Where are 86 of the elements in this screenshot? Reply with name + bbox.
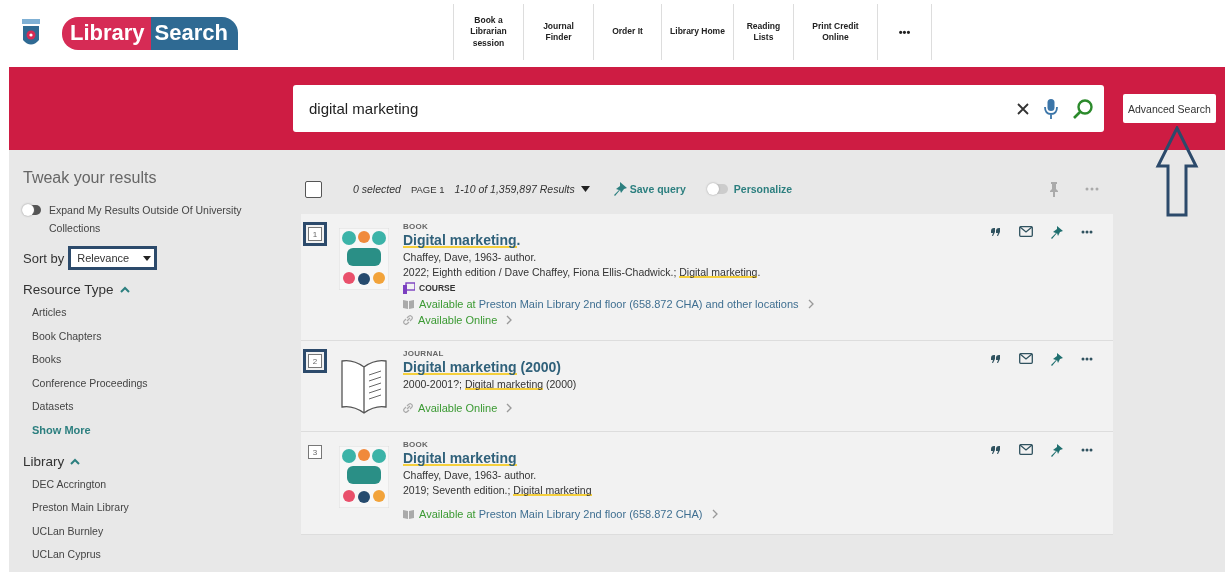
- sort-dropdown[interactable]: Relevance: [71, 249, 155, 267]
- facet-option[interactable]: UCLan Burnley: [32, 519, 290, 543]
- result-detail: 2019; Seventh edition.; Digital marketing: [403, 484, 593, 496]
- availability-link[interactable]: Available at Preston Main Library 2nd floor (658.872 CHA) and other locations: [419, 298, 799, 310]
- result-title[interactable]: Digital marketing: [403, 450, 991, 466]
- quote-icon[interactable]: [991, 355, 1001, 363]
- nav-link[interactable]: Book a Librarian session: [453, 4, 523, 60]
- toggle-switch[interactable]: [707, 184, 728, 194]
- nav-link[interactable]: Reading Lists: [733, 4, 793, 60]
- mail-icon[interactable]: [1019, 444, 1033, 455]
- save-query-button[interactable]: Save query: [613, 182, 686, 196]
- quote-icon[interactable]: [991, 228, 1001, 236]
- cover-placeholder: [339, 228, 389, 290]
- nav-link[interactable]: Print Credit Online: [793, 4, 877, 60]
- dropdown-caret-icon: [580, 186, 590, 192]
- mail-icon[interactable]: [1019, 226, 1033, 237]
- advanced-search-button[interactable]: Advanced Search: [1123, 94, 1216, 123]
- panel-title: Tweak your results: [23, 169, 158, 187]
- resource-type: BOOK: [403, 440, 430, 449]
- nav-link[interactable]: Order It: [593, 4, 661, 60]
- select-all-checkbox[interactable]: [305, 180, 322, 198]
- chevron-icon: [506, 403, 513, 413]
- facet-option[interactable]: DEC Accrington: [32, 472, 290, 496]
- microphone-icon[interactable]: [1044, 97, 1058, 120]
- nav-link[interactable]: Journal Finder: [523, 4, 593, 60]
- course-icon: [403, 282, 415, 294]
- pin-icon[interactable]: [1051, 353, 1063, 366]
- toggle-switch[interactable]: [23, 205, 41, 215]
- pin-icon: [613, 182, 627, 196]
- pin-icon[interactable]: [1051, 444, 1063, 457]
- personalize-label[interactable]: Personalize: [733, 183, 793, 195]
- more-options-icon[interactable]: [1081, 230, 1093, 234]
- link-icon: [403, 403, 413, 413]
- show-more-link[interactable]: Show More: [32, 418, 290, 442]
- facet-option[interactable]: UCLan Cyprus: [32, 543, 290, 567]
- result-title[interactable]: Digital marketing (2000): [403, 359, 991, 375]
- nav-link[interactable]: •••: [877, 4, 932, 60]
- close-icon[interactable]: [1016, 101, 1030, 116]
- pin-icon: [1049, 181, 1059, 197]
- pin-icon[interactable]: [1051, 226, 1063, 239]
- chevron-icon: [506, 315, 513, 325]
- facet-option[interactable]: Articles: [32, 301, 290, 325]
- facet-option[interactable]: Book Chapters: [32, 324, 290, 348]
- facet-option[interactable]: Datasets: [32, 395, 290, 419]
- cover-placeholder: [339, 446, 389, 508]
- result-number: 1: [308, 227, 322, 241]
- logo-text[interactable]: Search: [150, 17, 238, 50]
- link-icon: [403, 315, 413, 325]
- result-detail: 2022; Eighth edition / Dave Chaffey, Fiona Ellis-Chadwick.; Digital marketing.: [403, 266, 762, 278]
- resource-type: JOURNAL: [403, 349, 445, 358]
- chevron-icon[interactable]: [70, 457, 81, 465]
- book-icon: [403, 299, 414, 309]
- facet-heading[interactable]: Resource Type: [23, 282, 114, 297]
- search-field[interactable]: digital marketing: [309, 100, 1002, 117]
- more-options-icon[interactable]: [1081, 448, 1093, 452]
- logo-text[interactable]: Library: [62, 17, 151, 50]
- result-number: 3: [308, 445, 322, 459]
- facet-option[interactable]: Books: [32, 348, 290, 372]
- nav-link[interactable]: Library Home: [661, 4, 733, 60]
- book-icon: [403, 509, 414, 519]
- more-options-icon[interactable]: [1081, 357, 1093, 361]
- result-number: 2: [308, 354, 322, 368]
- chevron-icon: [711, 509, 718, 519]
- result-detail: 2000-2001?; Digital marketing (2000): [403, 378, 578, 390]
- facet-heading[interactable]: Library: [23, 453, 65, 469]
- more-options-icon: [1085, 187, 1099, 191]
- chevron-icon: [807, 299, 814, 309]
- facet-option[interactable]: Conference Proceedings: [32, 371, 290, 395]
- facet-option[interactable]: Preston Main Library: [32, 496, 290, 520]
- selected-count: 0 selected: [353, 183, 401, 195]
- result-detail: Chaffey, Dave, 1963- author.: [403, 469, 538, 481]
- toggle-label: Expand My Results Outside Of University Collections: [49, 203, 243, 236]
- resource-type: BOOK: [403, 222, 430, 231]
- sort-label: Sort by: [23, 250, 65, 266]
- dropdown-caret-icon: [143, 255, 152, 261]
- search-icon[interactable]: [1072, 97, 1094, 120]
- chevron-icon[interactable]: [119, 286, 130, 293]
- results-count[interactable]: 1-10 of 1,359,897 Results: [454, 183, 575, 195]
- page-indicator: PAGE 1: [410, 183, 445, 195]
- quote-icon[interactable]: [991, 446, 1001, 454]
- availability-link[interactable]: Available at Preston Main Library 2nd floor (658.872 CHA): [419, 508, 703, 520]
- search-bar[interactable]: digital marketing: [293, 85, 1104, 132]
- mail-icon[interactable]: [1019, 353, 1033, 364]
- course-label: COURSE: [419, 283, 456, 293]
- result-title[interactable]: Digital marketing.: [403, 232, 991, 248]
- result-detail: Chaffey, Dave, 1963- author.: [403, 251, 538, 263]
